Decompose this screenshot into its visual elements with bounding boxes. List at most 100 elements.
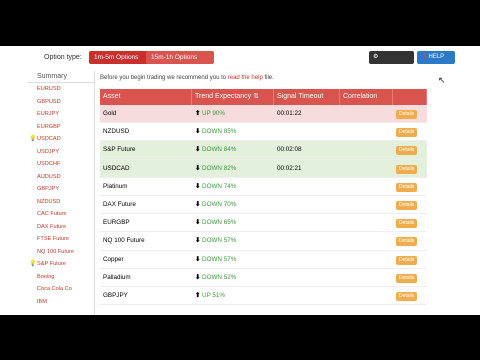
sidebar-item-label: Boeing	[37, 273, 55, 280]
sidebar-item-label: AUDUSD	[37, 173, 61, 180]
details-button[interactable]: Details	[396, 273, 418, 283]
signal-timeout	[274, 196, 340, 213]
header-trend[interactable]: Trend Expectancy ⇅	[192, 89, 274, 105]
arrow-down-icon: ⬇	[195, 255, 203, 263]
correlation-cell	[340, 269, 393, 286]
option-1m-5m-button[interactable]: 1m-5m Options	[89, 51, 151, 64]
sidebar-item[interactable]: USDJPY	[28, 146, 94, 159]
trend-percent: 70%	[223, 200, 237, 208]
mouse-cursor-icon: ↖	[438, 75, 446, 85]
trend-percent: 51%	[212, 291, 226, 299]
trend-percent: 85%	[223, 128, 237, 136]
details-button[interactable]: Details	[396, 219, 418, 229]
asset-name: Platinum	[103, 182, 128, 190]
help-button[interactable]: ❓HELP	[417, 51, 455, 64]
sidebar-item[interactable]: 💡 S&P Future	[28, 258, 94, 271]
trend-percent: 84%	[223, 146, 237, 154]
asset-name: NQ 100 Future	[103, 237, 145, 245]
sidebar-item[interactable]: GBPJPY	[28, 183, 94, 196]
table-row: NZDUSD ⬇ DOWN 85% Details	[100, 123, 427, 142]
action-cell: Details	[393, 251, 427, 268]
header-asset[interactable]: Asset	[100, 89, 192, 105]
trend-direction: UP	[202, 110, 211, 117]
details-button[interactable]: Details	[396, 164, 418, 174]
details-button[interactable]: Details	[396, 237, 418, 247]
correlation-cell	[340, 287, 393, 304]
arrow-up-icon: ⬆	[195, 110, 203, 117]
action-cell: Details	[393, 160, 427, 177]
sidebar-item[interactable]: Boeing	[28, 271, 94, 284]
signal-timeout	[274, 269, 340, 286]
sidebar-item-label: GBPUSD	[37, 98, 61, 105]
intro-text: Before you begin trading we recommend yo…	[100, 75, 274, 81]
details-button[interactable]: Details	[396, 128, 418, 138]
asset-name: USDCAD	[103, 164, 130, 172]
lightbulb-icon: 💡	[29, 261, 37, 267]
trend-direction: DOWN	[202, 128, 222, 136]
trend-direction: DOWN	[202, 200, 222, 208]
details-button[interactable]: Details	[396, 200, 418, 210]
sidebar-item[interactable]: EURUSD	[28, 83, 94, 96]
trend-cell: ⬇ DOWN 57%	[192, 251, 274, 268]
header-timeout[interactable]: Signal Timeout	[274, 89, 340, 105]
details-button[interactable]: Details	[396, 146, 418, 156]
sidebar-item[interactable]: CAC Future	[28, 208, 94, 221]
arrow-down-icon: ⬇	[195, 146, 203, 154]
table-row: EURGBP ⬇ DOWN 65% Details	[100, 214, 427, 233]
trend-cell: ⬇ DOWN 70%	[192, 196, 274, 213]
sidebar-item[interactable]: AUDUSD	[28, 171, 94, 184]
signal-timeout: 00:01:22	[277, 110, 302, 117]
sidebar-item[interactable]: GBPUSD	[28, 96, 94, 109]
sidebar-item-label: NQ 100 Future	[37, 248, 74, 255]
header-correlation[interactable]: Correlation	[340, 89, 393, 105]
sidebar-item-label: NZDUSD	[37, 198, 61, 205]
sidebar-item-label: FTSE Future	[37, 236, 70, 242]
trend-direction: DOWN	[202, 219, 222, 227]
table-row: Copper ⬇ DOWN 57% Details	[100, 251, 427, 269]
sidebar-list: EURUSD GBPUSD EURJPY EURGBP 💡 USDCAD USDJPY USD…	[28, 83, 94, 308]
action-cell: Details	[393, 269, 427, 286]
sidebar-item[interactable]: EURGBP	[28, 121, 94, 134]
signal-timeout	[274, 232, 340, 249]
correlation-cell	[340, 232, 393, 249]
option-15m-1h-button[interactable]: 15m-1h Options	[146, 51, 214, 64]
sidebar-item[interactable]: DAX Future	[28, 221, 94, 234]
top-bar: Option type: 1m-5m Options 15m-1h Option…	[0, 46, 480, 73]
asset-name: EURGBP	[103, 219, 130, 227]
sidebar-item[interactable]: Coca Cola Co	[28, 283, 94, 296]
arrow-down-icon: ⬇	[195, 273, 203, 281]
details-button[interactable]: Details	[396, 110, 418, 119]
settings-button[interactable]: ⚙ SETTINGS	[369, 51, 414, 73]
sidebar-item[interactable]: NZDUSD	[28, 196, 94, 209]
trend-direction: DOWN	[202, 237, 222, 245]
asset-name: S&P Future	[103, 146, 136, 154]
trend-direction: DOWN	[202, 182, 222, 190]
action-cell: Details	[393, 232, 427, 249]
sidebar-item[interactable]: NQ 100 Future	[28, 246, 94, 259]
table-row: Palladium ⬇ DOWN 52% Details	[100, 269, 427, 287]
arrow-up-icon: ⬆	[195, 291, 203, 299]
sidebar-item[interactable]: FTSE Future	[28, 233, 94, 246]
sidebar-item[interactable]: EURJPY	[28, 108, 94, 121]
help-link[interactable]: read the help	[228, 75, 263, 81]
details-button[interactable]: Details	[396, 182, 418, 192]
table-row: S&P Future ⬇ DOWN 84% 00:02:08 Details	[100, 141, 427, 160]
trend-cell: ⬇ DOWN 85%	[192, 123, 274, 140]
action-cell: Details	[393, 287, 427, 304]
trend-percent: 65%	[223, 219, 237, 227]
table-header: Asset Trend Expectancy ⇅ Signal Timeout …	[100, 89, 427, 105]
correlation-cell	[340, 105, 393, 122]
table-row: GBPJPY ⬆ UP 51% Details	[100, 287, 427, 306]
correlation-cell	[340, 123, 393, 140]
trend-cell: ⬇ DOWN 84%	[192, 141, 274, 158]
sidebar-item[interactable]: 💡 USDCAD	[28, 133, 94, 146]
trend-cell: ⬇ DOWN 65%	[192, 214, 274, 231]
signal-timeout	[274, 214, 340, 231]
trend-percent: 57%	[223, 237, 237, 245]
details-button[interactable]: Details	[396, 291, 418, 301]
sidebar-item[interactable]: IBM	[28, 296, 94, 309]
sidebar-item[interactable]: USDCHF	[28, 158, 94, 171]
details-button[interactable]: Details	[396, 255, 418, 265]
table-row: NQ 100 Future ⬇ DOWN 57% Details	[100, 232, 427, 251]
option-type-label: Option type:	[44, 54, 82, 61]
